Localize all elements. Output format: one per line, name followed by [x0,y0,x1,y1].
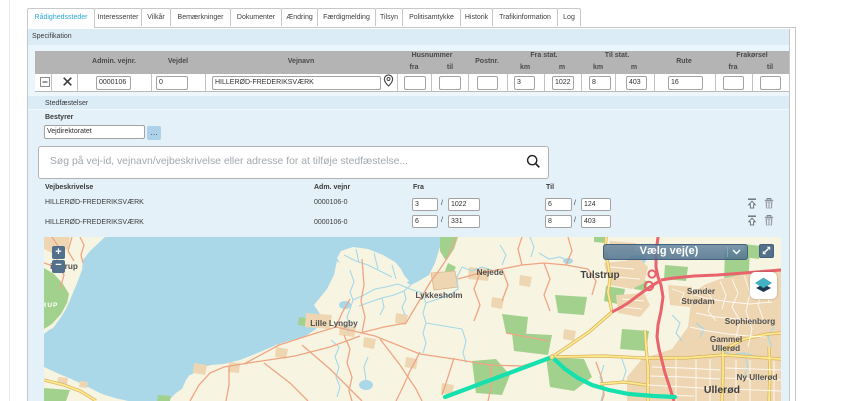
svg-text:Ny Ullerød: Ny Ullerød [737,373,778,382]
svg-text:Ullerød: Ullerød [704,384,740,396]
svg-text:Gammel: Gammel [710,335,742,344]
svg-text:Sophienborg: Sophienborg [725,317,775,326]
svg-text:Sønder: Sønder [687,287,716,296]
svg-text:RUP: RUP [44,302,58,309]
svg-text:Lille Lyngby: Lille Lyngby [310,319,358,328]
svg-text:Nejede: Nejede [477,268,504,277]
svg-text:Lykkesholm: Lykkesholm [415,291,462,300]
svg-text:Ullerød: Ullerød [712,344,740,353]
svg-text:Tulstrup: Tulstrup [580,270,619,281]
svg-text:Strødam: Strødam [681,297,714,306]
